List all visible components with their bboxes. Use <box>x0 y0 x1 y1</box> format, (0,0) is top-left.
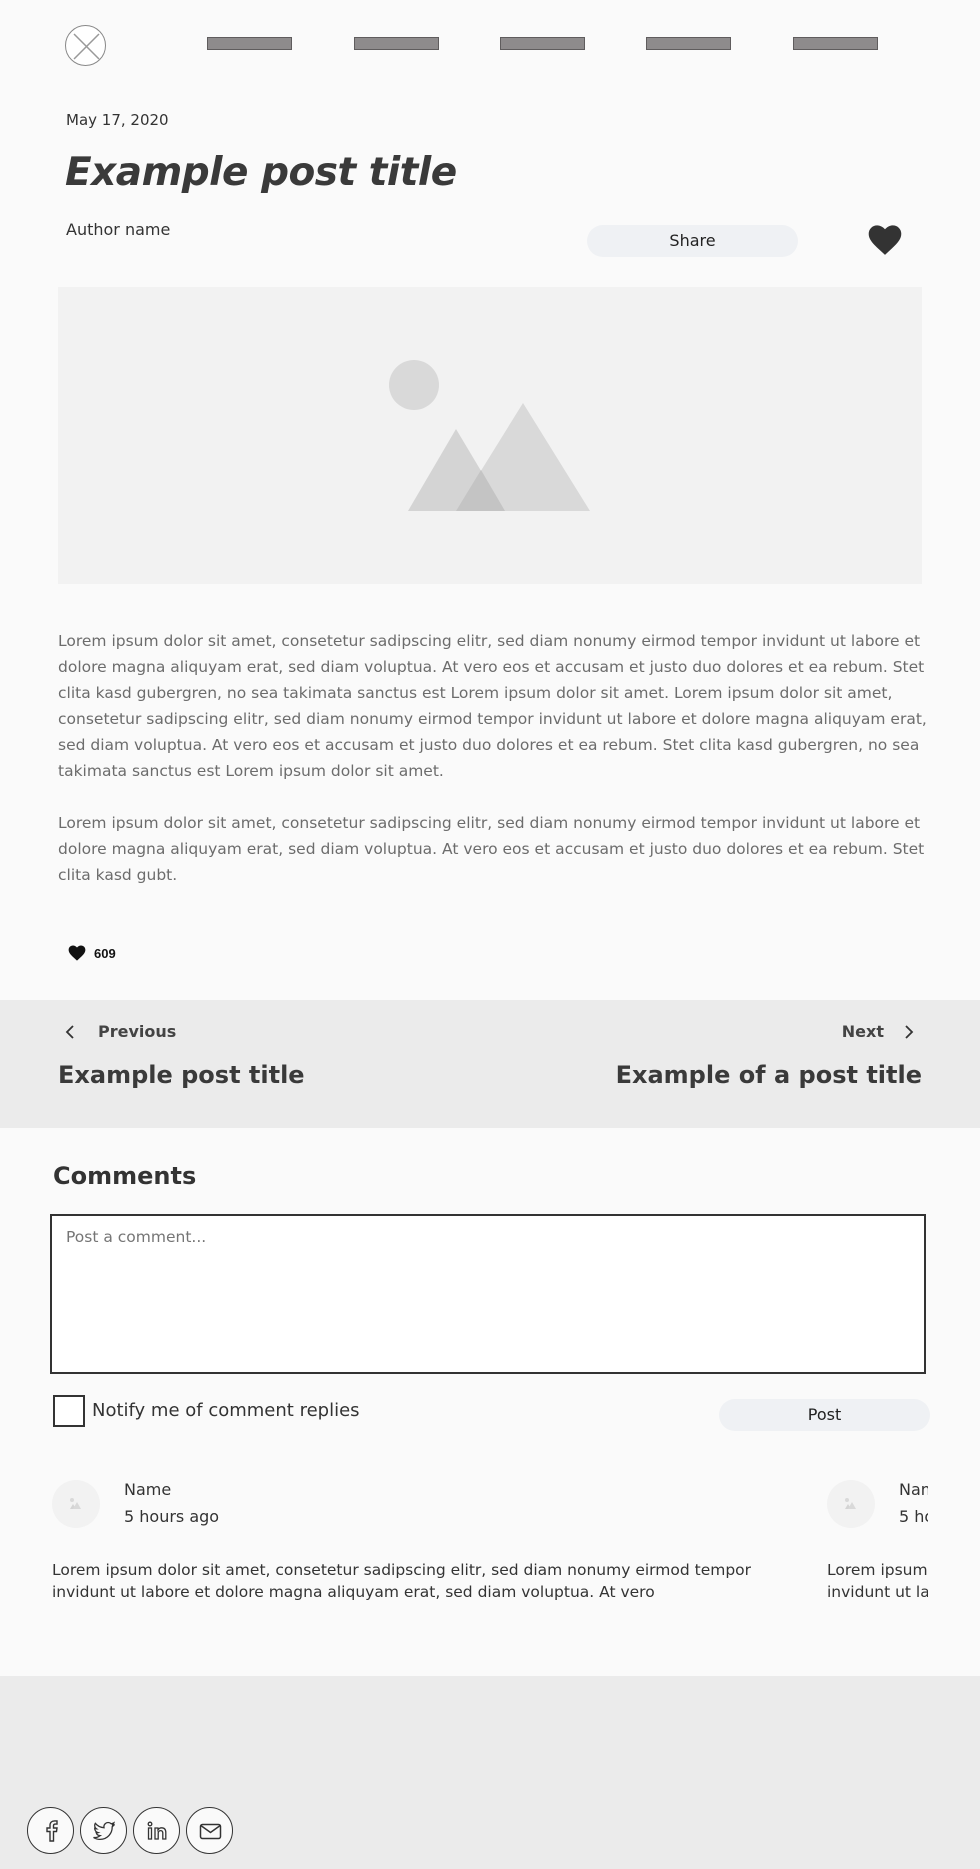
post-date: May 17, 2020 <box>66 111 169 129</box>
post-navigation: Previous Example post title Next Example… <box>0 1000 980 1128</box>
post-comment-button[interactable]: Post <box>719 1399 930 1431</box>
heart-icon <box>68 945 86 961</box>
comment-author[interactable]: Name <box>899 1480 928 1499</box>
share-button[interactable]: Share <box>587 225 798 257</box>
twitter-icon <box>93 1821 116 1841</box>
twitter-button[interactable] <box>80 1807 127 1854</box>
x-circle-logo-icon <box>73 33 100 60</box>
comment-time: 5 hours ago <box>899 1507 928 1526</box>
linkedin-icon <box>147 1821 167 1840</box>
next-post-title[interactable]: Example of a post title <box>616 1061 922 1089</box>
previous-post-title[interactable]: Example post title <box>58 1061 305 1089</box>
nav-item-1[interactable] <box>207 37 292 50</box>
body-paragraph: Lorem ipsum dolor sit amet, consetetur s… <box>58 632 927 780</box>
body-paragraph: Lorem ipsum dolor sit amet, consetetur s… <box>58 814 925 884</box>
heart-icon[interactable] <box>868 224 902 256</box>
nav-item-2[interactable] <box>354 37 439 50</box>
post-title: Example post title <box>65 150 457 195</box>
comment-text: Lorem ipsum dolor sit amet, consetetur s… <box>52 1561 752 1601</box>
comments-heading: Comments <box>53 1162 197 1190</box>
likes-counter[interactable]: 609 <box>68 944 116 962</box>
comment-item: Name 5 hours ago Lorem ipsum dolor sit a… <box>52 1480 782 1620</box>
comment-item: Name 5 hours ago Lorem ipsum dolor sit a… <box>827 1480 928 1620</box>
comment-time: 5 hours ago <box>124 1507 220 1526</box>
avatar <box>52 1480 100 1528</box>
next-link[interactable]: Next <box>842 1022 884 1041</box>
image-placeholder-icon <box>389 360 590 511</box>
facebook-icon <box>46 1820 58 1842</box>
author-name[interactable]: Author name <box>66 220 170 239</box>
chevron-right-icon[interactable] <box>901 1022 917 1042</box>
linkedin-button[interactable] <box>133 1807 180 1854</box>
post-image <box>58 287 922 584</box>
facebook-button[interactable] <box>27 1807 74 1854</box>
previous-link[interactable]: Previous <box>98 1022 176 1041</box>
avatar <box>827 1480 875 1528</box>
logo[interactable] <box>65 25 106 66</box>
email-icon <box>199 1823 222 1840</box>
image-placeholder-icon <box>70 1498 81 1509</box>
nav-item-4[interactable] <box>646 37 731 50</box>
chevron-left-icon[interactable] <box>62 1022 78 1042</box>
comment-author[interactable]: Name <box>124 1480 171 1499</box>
comment-text: Lorem ipsum dolor sit amet, consetetur s… <box>827 1561 928 1601</box>
comment-input[interactable] <box>50 1214 926 1374</box>
notify-checkbox[interactable] <box>53 1395 85 1427</box>
notify-label: Notify me of comment replies <box>92 1400 360 1421</box>
likes-count: 609 <box>94 945 116 961</box>
email-button[interactable] <box>186 1807 233 1854</box>
nav-item-3[interactable] <box>500 37 585 50</box>
image-placeholder-icon <box>845 1498 856 1509</box>
nav-item-5[interactable] <box>793 37 878 50</box>
